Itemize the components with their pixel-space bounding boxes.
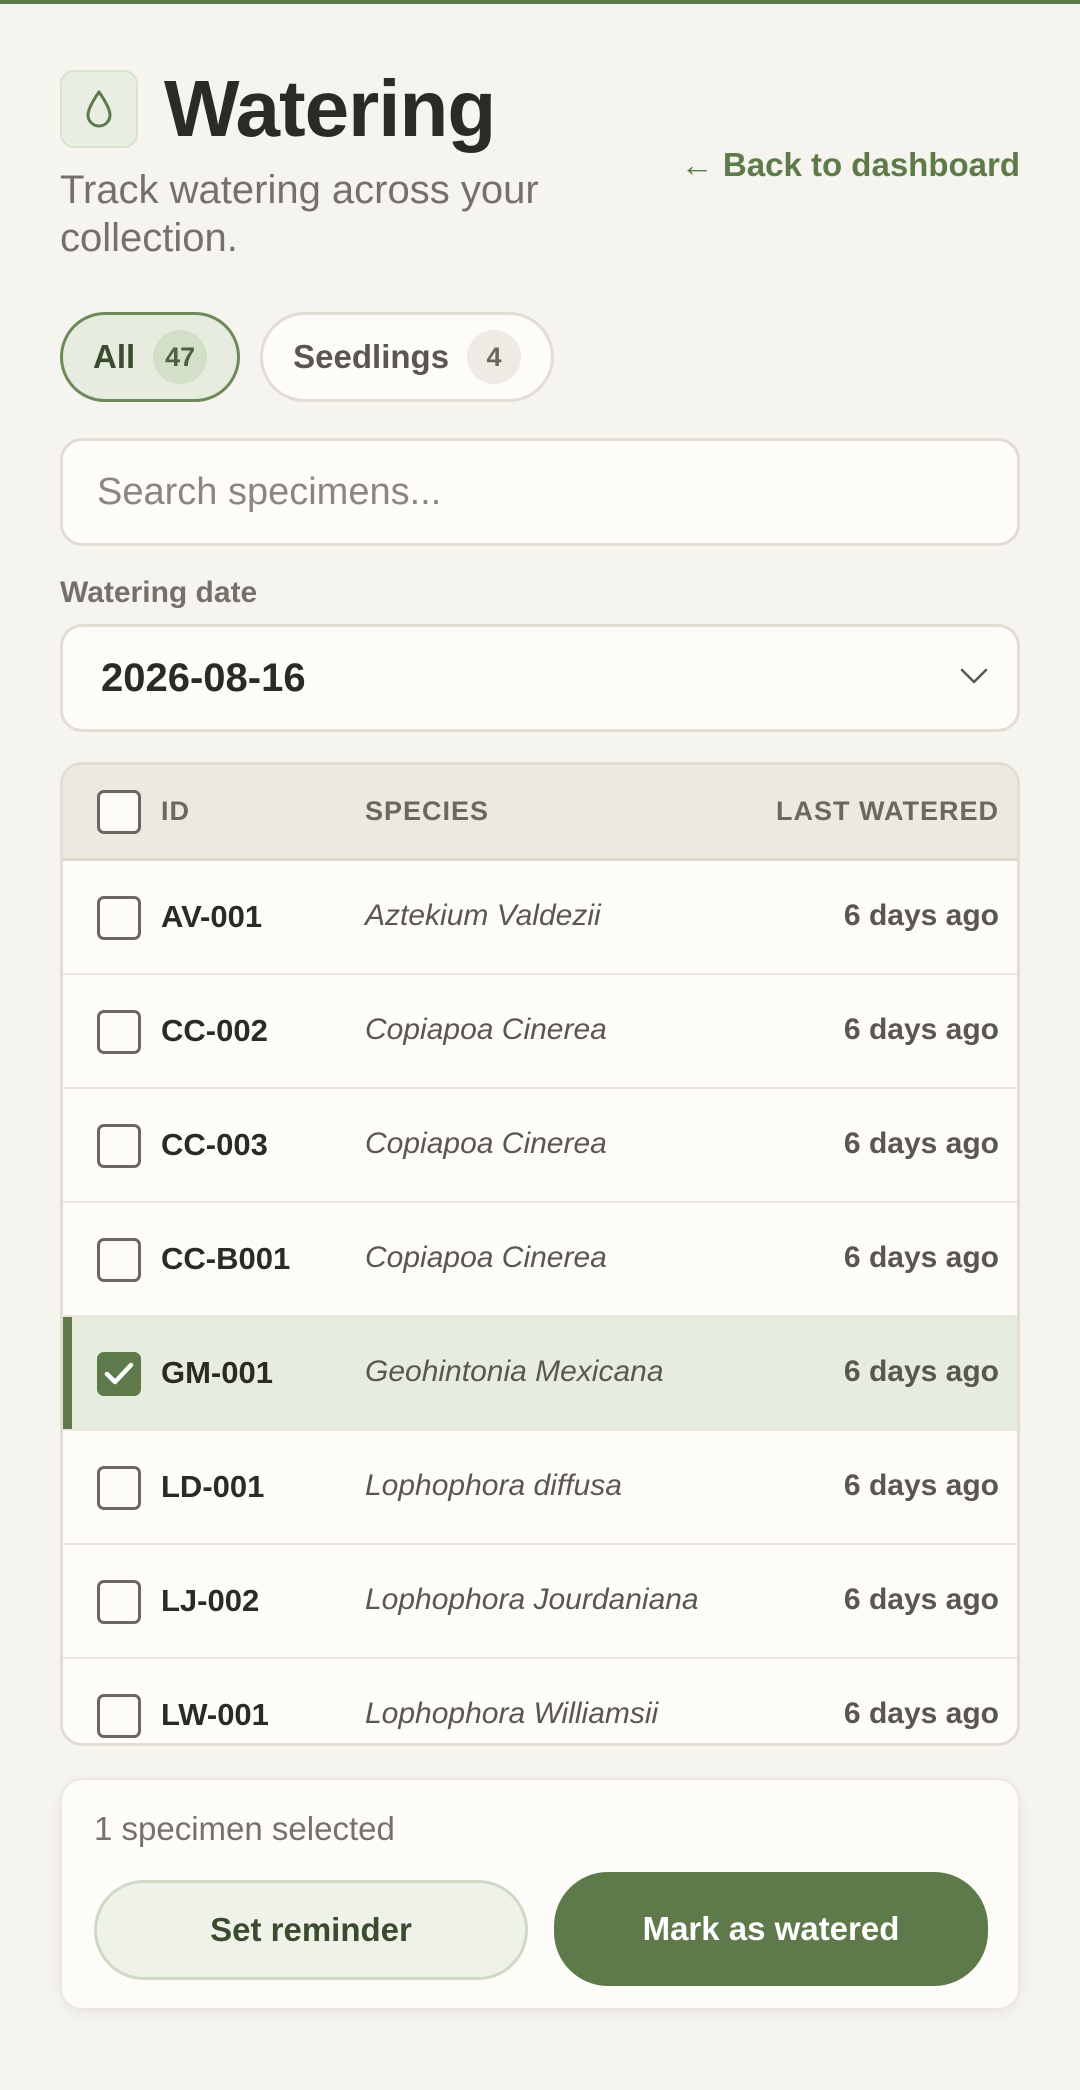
cell-species: Lophophora Jourdaniana <box>365 1583 699 1616</box>
table-row[interactable]: CC-B001 Copiapoa Cinerea 6 days ago <box>63 1203 1017 1317</box>
filter-pills: All 47 Seedlings 4 <box>60 312 555 402</box>
filter-label: All <box>93 338 136 375</box>
table-header: ID SPECIES LAST WATERED <box>63 765 1017 861</box>
filter-label: Seedlings <box>293 338 450 375</box>
mark-as-watered-button[interactable]: Mark as watered <box>554 1872 988 1986</box>
table-row[interactable]: AV-001 Aztekium Valdezii 6 days ago <box>63 861 1017 975</box>
cell-species: Aztekium Valdezii <box>365 899 601 932</box>
cell-specimen-id: CC-003 <box>161 1127 268 1162</box>
set-reminder-button[interactable]: Set reminder <box>94 1880 528 1980</box>
cell-specimen-id: CC-002 <box>161 1013 268 1048</box>
cell-last-watered: 6 days ago <box>843 899 999 932</box>
cell-last-watered: 6 days ago <box>843 1583 999 1616</box>
row-checkbox[interactable] <box>97 896 141 940</box>
cell-species: Lophophora diffusa <box>365 1469 622 1502</box>
cell-species: Copiapoa Cinerea <box>365 1241 607 1274</box>
page-header: Watering Track watering across your coll… <box>60 64 1020 274</box>
cell-last-watered: 6 days ago <box>843 1013 999 1046</box>
cell-species: Copiapoa Cinerea <box>365 1127 607 1160</box>
column-header-species: SPECIES <box>365 796 490 826</box>
top-accent-bar <box>0 0 1080 4</box>
row-checkbox[interactable] <box>97 1352 141 1396</box>
table-row[interactable]: LW-001 Lophophora Williamsii 6 days ago <box>63 1659 1017 1743</box>
cell-specimen-id: LW-001 <box>161 1697 269 1732</box>
cell-last-watered: 6 days ago <box>843 1241 999 1274</box>
back-to-dashboard-link[interactable]: ← Back to dashboard <box>681 146 1020 184</box>
table-row[interactable]: CC-002 Copiapoa Cinerea 6 days ago <box>63 975 1017 1089</box>
row-checkbox[interactable] <box>97 1010 141 1054</box>
row-checkbox[interactable] <box>97 1694 141 1738</box>
row-checkbox[interactable] <box>97 1580 141 1624</box>
bulk-action-panel: 1 specimen selected Set reminder Mark as… <box>60 1778 1020 2010</box>
cell-specimen-id: LJ-002 <box>161 1583 260 1618</box>
cell-specimen-id: CC-B001 <box>161 1241 291 1276</box>
cell-last-watered: 6 days ago <box>843 1127 999 1160</box>
row-checkbox[interactable] <box>97 1238 141 1282</box>
row-checkbox[interactable] <box>97 1124 141 1168</box>
cell-specimen-id: AV-001 <box>161 899 263 934</box>
water-drop-icon <box>60 70 138 148</box>
watering-date-select[interactable]: 2026-08-16 <box>60 624 1020 732</box>
select-all-checkbox[interactable] <box>97 790 141 834</box>
cell-last-watered: 6 days ago <box>843 1469 999 1502</box>
specimen-table: ID SPECIES LAST WATERED AV-001 Aztekium V… <box>60 762 1020 1746</box>
selected-count-text: 1 specimen selected <box>94 1810 395 1847</box>
row-checkbox[interactable] <box>97 1466 141 1510</box>
column-header-id: ID <box>161 796 190 826</box>
chevron-down-icon <box>959 667 989 690</box>
page-title: Watering <box>164 64 496 153</box>
cell-specimen-id: GM-001 <box>161 1355 273 1390</box>
watering-date-value: 2026-08-16 <box>101 655 306 700</box>
filter-count-badge: 4 <box>467 330 522 384</box>
filter-count-badge: 47 <box>153 330 208 384</box>
table-row[interactable]: GM-001 Geohintonia Mexicana 6 days ago <box>63 1317 1017 1431</box>
cell-last-watered: 6 days ago <box>843 1697 999 1730</box>
watering-date-label: Watering date <box>60 576 258 609</box>
page-subtitle: Track watering across your collection. <box>60 168 539 260</box>
cell-species: Geohintonia Mexicana <box>365 1355 664 1388</box>
cell-species: Copiapoa Cinerea <box>365 1013 607 1046</box>
table-row[interactable]: LD-001 Lophophora diffusa 6 days ago <box>63 1431 1017 1545</box>
check-icon <box>104 1362 134 1385</box>
search-input[interactable] <box>60 438 1020 546</box>
filter-pill-seedlings[interactable]: Seedlings 4 <box>260 312 555 402</box>
cell-species: Lophophora Williamsii <box>365 1697 659 1730</box>
table-body: AV-001 Aztekium Valdezii 6 days ago CC-002 C… <box>63 861 1017 1743</box>
cell-last-watered: 6 days ago <box>843 1355 999 1388</box>
column-header-last-watered: LAST WATERED <box>776 796 999 826</box>
cell-specimen-id: LD-001 <box>161 1469 265 1504</box>
table-row[interactable]: CC-003 Copiapoa Cinerea 6 days ago <box>63 1089 1017 1203</box>
filter-pill-all[interactable]: All 47 <box>60 312 241 402</box>
table-row[interactable]: LJ-002 Lophophora Jourdaniana 6 days ago <box>63 1545 1017 1659</box>
